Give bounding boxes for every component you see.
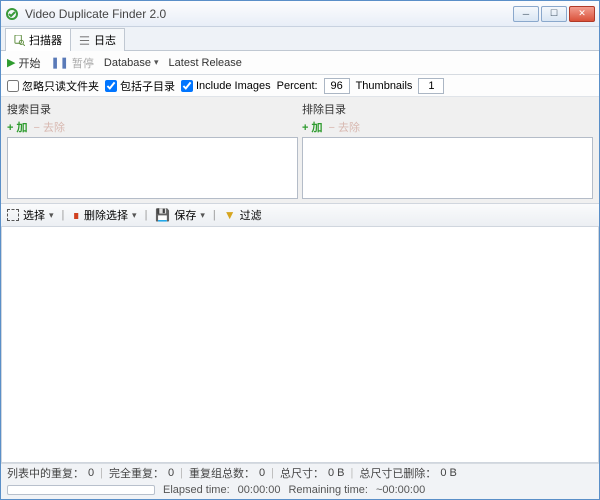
save-icon: 💾 (155, 208, 170, 222)
include-subdirs-checkbox[interactable]: 包括子目录 (105, 78, 175, 94)
elapsed-value: 00:00:00 (238, 484, 281, 496)
list-icon (79, 35, 90, 46)
search-dirs-title: 搜索目录 (7, 99, 298, 118)
ignore-readonly-input[interactable] (7, 80, 19, 92)
pause-button[interactable]: ❚❚ 暂停 (50, 55, 93, 71)
save-label: 保存 (174, 207, 196, 223)
exclude-remove-button[interactable]: − 去除 (329, 119, 361, 135)
include-images-checkbox[interactable]: Include Images (181, 80, 271, 92)
include-images-label: Include Images (196, 80, 271, 92)
save-menu[interactable]: 💾 保存 (155, 207, 204, 223)
close-button[interactable]: ✕ (569, 6, 595, 22)
main-toolbar: ▶ 开始 ❚❚ 暂停 Database Latest Release (1, 51, 599, 75)
start-button[interactable]: ▶ 开始 (7, 55, 40, 71)
minus-icon: − (34, 122, 40, 134)
search-add-label: 加 (17, 122, 28, 134)
minimize-button[interactable]: ─ (513, 6, 539, 22)
tab-scanner-label: 扫描器 (29, 32, 62, 48)
titlebar: Video Duplicate Finder 2.0 ─ ☐ ✕ (1, 1, 599, 27)
full-dup-label: 完全重复： (109, 465, 164, 481)
include-images-input[interactable] (181, 80, 193, 92)
exclude-remove-label: 去除 (338, 122, 360, 134)
results-toolbar: 选择 | ∎ 删除选择 | 💾 保存 | ▼ 过滤 (1, 203, 599, 227)
document-search-icon (14, 35, 25, 46)
exclude-directories-panel: 排除目录 + 加 − 去除 (302, 99, 593, 199)
dup-in-list-label: 列表中的重复： (7, 465, 84, 481)
percent-input[interactable]: 96 (324, 78, 350, 94)
total-size-label: 总尺寸： (280, 465, 324, 481)
trash-icon: ∎ (72, 208, 80, 222)
size-removed-value: 0 B (440, 467, 457, 479)
directories-row: 搜索目录 + 加 − 去除 排除目录 + 加 (1, 97, 599, 203)
options-bar: 忽略只读文件夹 包括子目录 Include Images Percent: 96… (1, 75, 599, 97)
percent-label: Percent: (277, 80, 318, 92)
window-buttons: ─ ☐ ✕ (513, 6, 595, 22)
include-subdirs-label: 包括子目录 (120, 78, 175, 94)
start-label: 开始 (18, 55, 40, 71)
tab-log[interactable]: 日志 (70, 28, 125, 51)
window-title: Video Duplicate Finder 2.0 (25, 7, 513, 21)
exclude-dirs-title: 排除目录 (302, 99, 593, 118)
pause-label: 暂停 (72, 55, 94, 71)
minus-icon: − (329, 122, 335, 134)
search-remove-label: 去除 (43, 122, 65, 134)
maximize-button[interactable]: ☐ (541, 6, 567, 22)
filter-label: 过滤 (240, 207, 262, 223)
dup-in-list-value: 0 (88, 467, 94, 479)
thumbnails-label: Thumbnails (356, 80, 413, 92)
play-icon: ▶ (7, 56, 15, 69)
time-bar: Elapsed time: 00:00:00 Remaining time: ~… (1, 481, 599, 499)
ignore-readonly-label: 忽略只读文件夹 (22, 78, 99, 94)
separator: | (213, 209, 216, 221)
progress-bar (7, 485, 155, 495)
separator: | (62, 209, 65, 221)
select-icon (7, 209, 19, 221)
total-size-value: 0 B (328, 467, 345, 479)
remaining-label: Remaining time: (288, 484, 367, 496)
select-label: 选择 (23, 207, 45, 223)
exclude-add-button[interactable]: + 加 (302, 119, 323, 135)
results-list[interactable] (1, 227, 599, 463)
search-dirs-list[interactable] (7, 137, 298, 199)
filter-icon: ▼ (224, 208, 236, 222)
app-icon (5, 7, 19, 21)
select-menu[interactable]: 选择 (7, 207, 54, 223)
exclude-dirs-buttons: + 加 − 去除 (302, 118, 593, 137)
plus-icon: + (7, 122, 13, 134)
delete-selection-menu[interactable]: ∎ 删除选择 (72, 207, 136, 223)
app-window: Video Duplicate Finder 2.0 ─ ☐ ✕ 扫描器 日志 … (0, 0, 600, 500)
tab-bar: 扫描器 日志 (1, 27, 599, 51)
tab-scanner[interactable]: 扫描器 (5, 28, 71, 51)
include-subdirs-input[interactable] (105, 80, 117, 92)
exclude-dirs-list[interactable] (302, 137, 593, 199)
search-add-button[interactable]: + 加 (7, 119, 28, 135)
database-menu[interactable]: Database (104, 57, 159, 69)
pause-icon: ❚❚ (50, 56, 68, 69)
thumbnails-input[interactable]: 1 (418, 78, 444, 94)
remaining-value: ~00:00:00 (376, 484, 425, 496)
dup-groups-value: 0 (259, 467, 265, 479)
separator: | (145, 209, 148, 221)
tab-log-label: 日志 (94, 32, 116, 48)
status-bar: 列表中的重复： 0 | 完全重复： 0 | 重复组总数： 0 | 总尺寸： 0 … (1, 463, 599, 481)
latest-release-button[interactable]: Latest Release (169, 57, 242, 69)
plus-icon: + (302, 122, 308, 134)
delete-selection-label: 删除选择 (84, 207, 128, 223)
exclude-add-label: 加 (312, 122, 323, 134)
elapsed-label: Elapsed time: (163, 484, 230, 496)
database-label: Database (104, 57, 151, 69)
ignore-readonly-checkbox[interactable]: 忽略只读文件夹 (7, 78, 99, 94)
latest-release-label: Latest Release (169, 57, 242, 69)
dup-groups-label: 重复组总数： (189, 465, 255, 481)
search-remove-button[interactable]: − 去除 (34, 119, 66, 135)
search-dirs-buttons: + 加 − 去除 (7, 118, 298, 137)
filter-button[interactable]: ▼ 过滤 (224, 207, 262, 223)
size-removed-label: 总尺寸已删除： (359, 465, 436, 481)
full-dup-value: 0 (168, 467, 174, 479)
search-directories-panel: 搜索目录 + 加 − 去除 (7, 99, 298, 199)
